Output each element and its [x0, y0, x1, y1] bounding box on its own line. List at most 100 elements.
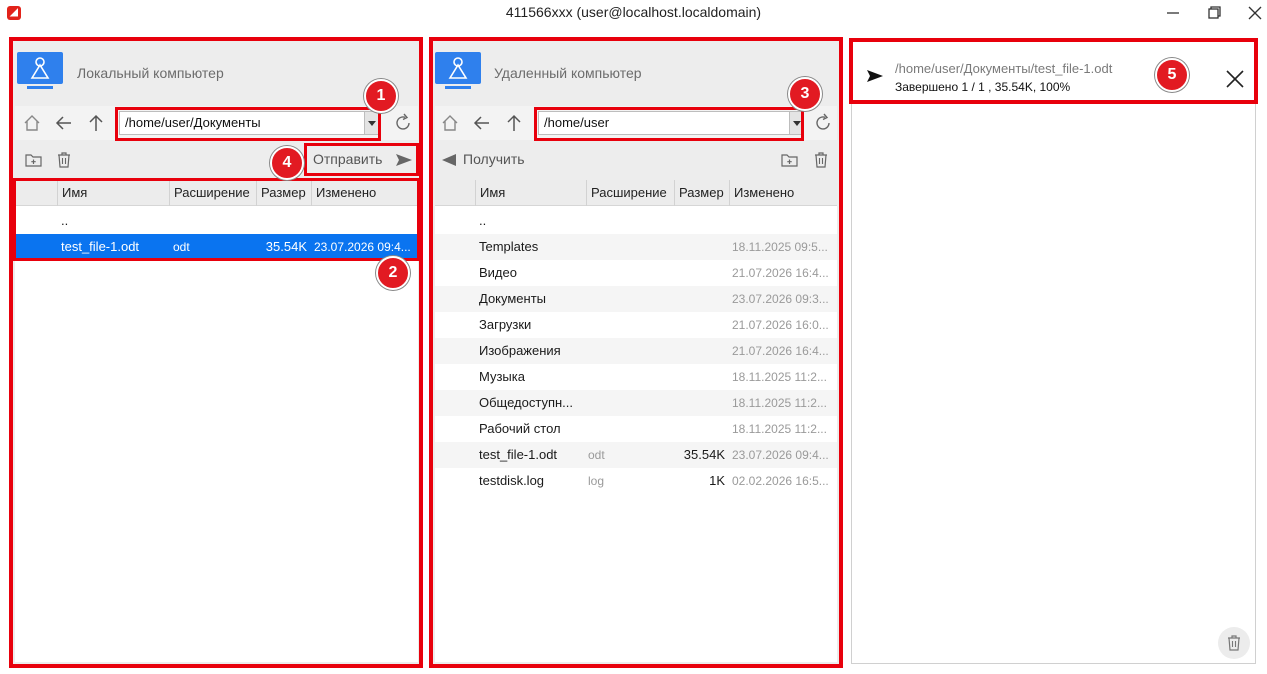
remote-path-text: /home/user	[544, 115, 610, 130]
column-size[interactable]: Размер	[674, 180, 729, 206]
list-item-name: testdisk.log	[479, 473, 545, 488]
list-item-size	[674, 260, 725, 286]
column-name[interactable]: Имя	[57, 180, 169, 206]
new-folder-icon[interactable]	[780, 150, 800, 173]
list-item-name: Рабочий стол	[479, 421, 561, 436]
queue-item-status: Завершено 1 / 1 , 35.54K, 100%	[895, 80, 1071, 94]
list-item-ext	[588, 208, 668, 234]
refresh-icon[interactable]	[812, 112, 834, 137]
clear-queue-button[interactable]	[1218, 627, 1250, 659]
queue-item[interactable]: /home/user/Документы/test_file-1.odt Зав…	[854, 43, 1253, 101]
list-item[interactable]: Рабочий стол 18.11.2025 11:2...	[435, 416, 837, 442]
home-icon[interactable]	[21, 112, 43, 137]
local-nav-toolbar: /home/user/Документы	[15, 106, 418, 140]
list-item-modified: 02.02.2026 16:5...	[732, 474, 829, 488]
list-item-size	[674, 416, 725, 442]
title-bar: ◢ 411566ххх (user@localhost.localdomain)	[0, 0, 1267, 28]
list-item-size	[674, 338, 725, 364]
column-size[interactable]: Размер	[256, 180, 311, 206]
list-item-ext: odt	[588, 448, 605, 462]
list-item-size	[674, 390, 725, 416]
up-arrow-icon[interactable]	[85, 112, 107, 137]
list-item-size: 35.54K	[683, 447, 725, 462]
list-item[interactable]: ..	[435, 208, 837, 234]
list-item-selected[interactable]: test_file-1.odt odt 35.54K 23.07.2026 09…	[15, 234, 418, 260]
delete-trash-icon[interactable]	[811, 150, 831, 173]
list-item-modified: 21.07.2026 16:0...	[732, 318, 829, 332]
column-modified[interactable]: Изменено	[729, 180, 837, 206]
restore-button[interactable]	[1201, 2, 1227, 24]
local-path-field[interactable]: /home/user/Документы	[119, 111, 379, 135]
list-item-name: Общедоступн...	[479, 395, 574, 410]
close-window-button[interactable]	[1242, 2, 1267, 24]
list-item[interactable]: test_file-1.odt odt 35.54K 23.07.2026 09:4.…	[435, 442, 837, 468]
list-item-ext	[588, 286, 668, 312]
list-item[interactable]: Видео 21.07.2026 16:4...	[435, 260, 837, 286]
list-item-modified: 18.11.2025 09:5...	[732, 240, 828, 254]
send-button-label: Отправить	[313, 151, 383, 167]
delete-trash-icon[interactable]	[54, 150, 74, 173]
transfer-queue-panel: /home/user/Документы/test_file-1.odt Зав…	[851, 40, 1256, 664]
list-item[interactable]: Общедоступн... 18.11.2025 11:2...	[435, 390, 837, 416]
list-item-modified: 21.07.2026 16:4...	[732, 344, 829, 358]
remote-table-header: Имя Расширение Размер Изменено	[435, 180, 837, 206]
window-title: 411566ххх (user@localhost.localdomain)	[505, 4, 762, 20]
back-arrow-icon[interactable]	[471, 112, 493, 137]
home-icon[interactable]	[439, 112, 461, 137]
list-item-ext	[588, 390, 668, 416]
list-item[interactable]: Изображения 21.07.2026 16:4...	[435, 338, 837, 364]
list-item-modified: 23.07.2026 09:4...	[732, 448, 829, 462]
list-item-ext	[588, 364, 668, 390]
list-item-name: ..	[479, 213, 487, 228]
remote-path-field[interactable]: /home/user	[538, 111, 804, 135]
annotation-badge-3: 3	[788, 77, 822, 111]
remote-computer-icon	[433, 50, 483, 94]
receive-button-label: Получить	[463, 151, 525, 167]
local-computer-icon	[15, 50, 65, 94]
queue-item-path: /home/user/Документы/test_file-1.odt	[895, 61, 1113, 76]
list-item-size	[674, 312, 725, 338]
list-item-ext: log	[588, 474, 605, 488]
local-file-list: .. test_file-1.odt odt 35.54K 23.07.2026…	[15, 206, 418, 662]
list-item-ext	[588, 260, 668, 286]
send-arrow-icon	[396, 154, 412, 166]
local-path-dropdown-icon[interactable]	[364, 112, 378, 134]
list-item-modified: 18.11.2025 11:2...	[732, 422, 827, 436]
receive-arrow-icon	[442, 154, 456, 166]
list-item-name: Видео	[479, 265, 517, 280]
column-name[interactable]: Имя	[475, 180, 586, 206]
remote-panel: Удаленный компьютер /home/user Получить …	[431, 38, 841, 666]
list-item-modified: 18.11.2025 11:2...	[732, 396, 827, 410]
refresh-icon[interactable]	[392, 112, 414, 137]
new-folder-icon[interactable]	[24, 150, 44, 173]
list-item-name: Загрузки	[479, 317, 532, 332]
list-item[interactable]: ..	[15, 208, 418, 234]
annotation-badge-4: 4	[270, 146, 304, 180]
list-item[interactable]: Загрузки 21.07.2026 16:0...	[435, 312, 837, 338]
minimize-button[interactable]	[1160, 2, 1186, 24]
up-arrow-icon[interactable]	[503, 112, 525, 137]
list-item-modified: 21.07.2026 16:4...	[732, 266, 829, 280]
list-item-ext	[588, 312, 668, 338]
list-item-size	[674, 364, 725, 390]
back-arrow-icon[interactable]	[53, 112, 75, 137]
list-item-size: 1K	[709, 473, 725, 488]
list-item[interactable]: Документы 23.07.2026 09:3...	[435, 286, 837, 312]
send-button[interactable]: Отправить	[307, 148, 417, 172]
local-table-header: Имя Расширение Размер Изменено	[15, 180, 418, 206]
list-item-name: Изображения	[479, 343, 561, 358]
trash-icon	[1228, 635, 1240, 651]
local-panel-title: Локальный компьютер	[77, 65, 224, 81]
list-item[interactable]: Музыка 18.11.2025 11:2...	[435, 364, 837, 390]
list-item[interactable]: testdisk.log log 1K 02.02.2026 16:5...	[435, 468, 837, 494]
column-extension[interactable]: Расширение	[169, 180, 256, 206]
remote-path-dropdown-icon[interactable]	[789, 112, 803, 134]
column-extension[interactable]: Расширение	[586, 180, 674, 206]
list-item-name: Документы	[479, 291, 547, 306]
local-panel: Локальный компьютер /home/user/Документы…	[11, 38, 422, 666]
list-item[interactable]: Templates 18.11.2025 09:5...	[435, 234, 837, 260]
list-item-size	[674, 208, 725, 234]
column-modified[interactable]: Изменено	[311, 180, 418, 206]
receive-button[interactable]: Получить	[439, 148, 539, 172]
close-icon[interactable]	[1224, 68, 1246, 93]
